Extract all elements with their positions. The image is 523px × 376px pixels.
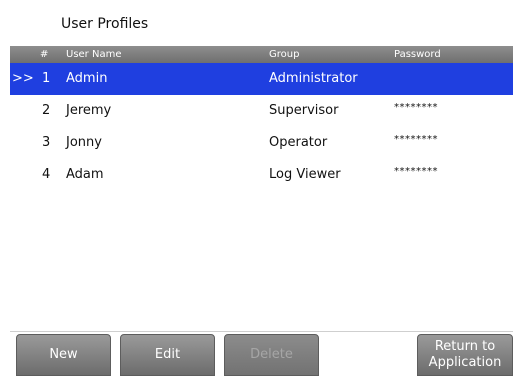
user-password: ******** — [394, 102, 438, 113]
new-button[interactable]: New — [16, 334, 111, 376]
row-number: 3 — [42, 135, 51, 150]
user-group: Supervisor — [269, 103, 339, 118]
table-header: # User Name Group Password — [10, 46, 513, 63]
table-row[interactable]: 4 Adam Log Viewer ******** — [10, 159, 513, 191]
edit-button[interactable]: Edit — [120, 334, 215, 376]
delete-button[interactable]: Delete — [224, 334, 319, 376]
user-password: ******** — [394, 134, 438, 145]
user-name: Jonny — [66, 135, 102, 150]
column-header-number: # — [40, 49, 49, 60]
row-number: 4 — [42, 167, 51, 182]
user-password: ******** — [394, 166, 438, 177]
user-table: >> 1 Admin Administrator 2 Jeremy Superv… — [10, 63, 513, 331]
column-header-group: Group — [269, 49, 300, 60]
user-name: Admin — [66, 71, 108, 86]
column-header-password: Password — [394, 49, 441, 60]
button-bar: New Edit Delete Return to Application — [10, 332, 513, 376]
user-group: Operator — [269, 135, 328, 150]
row-number: 1 — [42, 71, 51, 86]
selection-marker: >> — [12, 71, 34, 86]
user-group: Administrator — [269, 71, 358, 86]
table-row[interactable]: >> 1 Admin Administrator — [10, 63, 513, 95]
page-header: User Profiles — [0, 0, 523, 40]
table-row[interactable]: 2 Jeremy Supervisor ******** — [10, 95, 513, 127]
table-row[interactable]: 3 Jonny Operator ******** — [10, 127, 513, 159]
user-name: Adam — [66, 167, 104, 182]
column-header-user-name: User Name — [66, 49, 122, 60]
user-name: Jeremy — [66, 103, 112, 118]
return-to-application-button[interactable]: Return to Application — [417, 334, 513, 376]
row-number: 2 — [42, 103, 51, 118]
page-title: User Profiles — [61, 16, 149, 32]
user-group: Log Viewer — [269, 167, 341, 182]
